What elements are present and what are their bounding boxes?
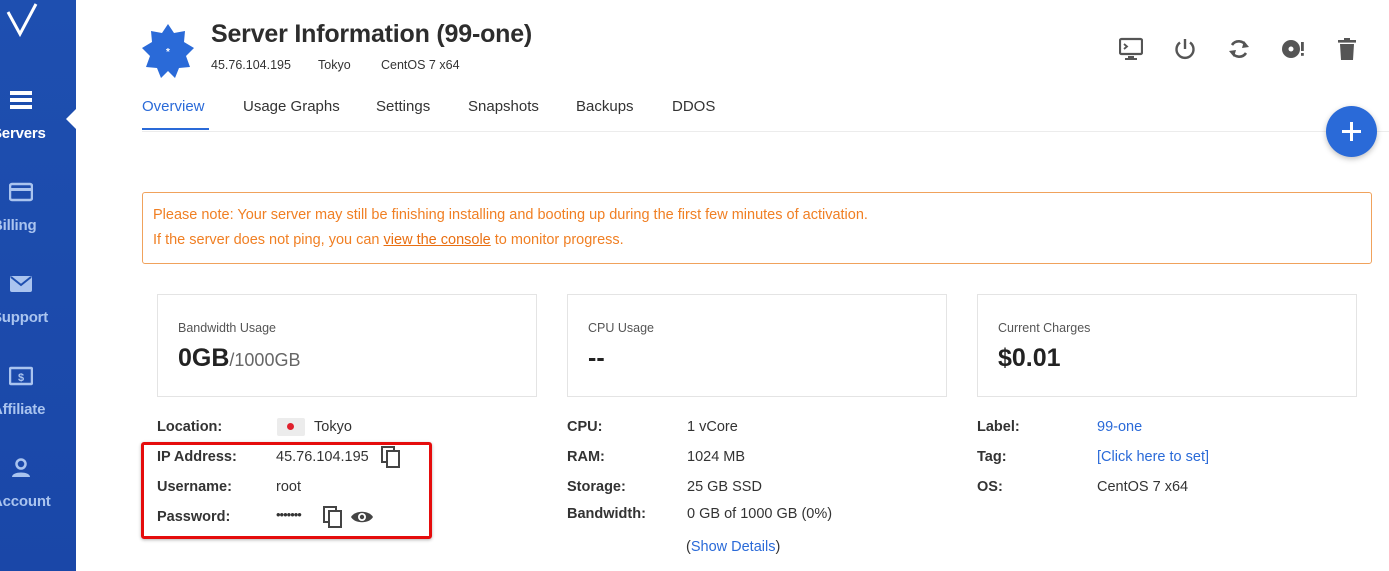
card-label: Current Charges	[998, 321, 1091, 335]
sidebar-item-label: Support	[0, 309, 49, 326]
console-icon[interactable]	[1119, 37, 1143, 61]
notice-line-2: If the server does not ping, you can vie…	[153, 232, 624, 248]
sidebar-item-billing[interactable]: Billing	[0, 178, 76, 248]
card-value: 0GB/1000GB	[178, 344, 300, 373]
notice-text: to monitor progress.	[490, 232, 624, 248]
japan-flag-icon	[277, 418, 305, 436]
bandwidth-label: Bandwidth:	[567, 506, 646, 522]
activation-notice: Please note: Your server may still be fi…	[142, 192, 1372, 264]
show-details: (Show Details)	[686, 539, 780, 555]
billing-icon	[9, 182, 33, 202]
svg-text:*: *	[166, 47, 170, 58]
plus-icon	[1342, 122, 1361, 141]
card-label: Bandwidth Usage	[178, 321, 276, 335]
tabs-divider	[142, 131, 1389, 132]
page-title: Server Information (99-one)	[211, 20, 533, 48]
support-icon	[10, 276, 32, 292]
server-location-subtitle: Tokyo	[318, 58, 351, 72]
restart-icon[interactable]	[1227, 37, 1251, 61]
servers-icon	[10, 91, 32, 109]
reinstall-icon[interactable]	[1281, 37, 1305, 61]
delete-icon[interactable]	[1335, 37, 1359, 61]
credentials-highlight	[141, 442, 432, 539]
sidebar-item-label: Affiliate	[0, 401, 46, 418]
active-tab-underline	[142, 128, 209, 130]
tab-usage-graphs[interactable]: Usage Graphs	[243, 98, 340, 115]
bandwidth-used: 0GB	[178, 344, 230, 372]
paren-close: )	[775, 539, 781, 555]
server-badge-icon: *	[142, 24, 194, 78]
location-value: Tokyo	[314, 419, 352, 435]
sidebar: Servers Billing Support $ Affiliate Acco…	[0, 0, 76, 571]
ram-value: 1024 MB	[687, 449, 746, 465]
sidebar-item-servers[interactable]: Servers	[0, 86, 76, 156]
bandwidth-total: /1000GB	[229, 350, 301, 370]
view-console-link[interactable]: view the console	[384, 232, 491, 248]
location-label: Location:	[157, 419, 223, 435]
sidebar-item-label: Account	[0, 493, 51, 510]
active-indicator	[66, 108, 77, 130]
cpu-label: CPU:	[567, 419, 603, 435]
bandwidth-value: 0 GB of 1000 GB (0%)	[687, 506, 833, 522]
affiliate-icon: $	[9, 366, 33, 386]
notice-line-1: Please note: Your server may still be fi…	[153, 207, 868, 223]
sidebar-item-support[interactable]: Support	[0, 270, 76, 340]
server-ip-subtitle: 45.76.104.195	[211, 58, 291, 72]
set-tag-link[interactable]: [Click here to set]	[1097, 449, 1209, 465]
power-icon[interactable]	[1173, 37, 1197, 61]
cpu-value: 1 vCore	[687, 419, 738, 435]
tab-overview[interactable]: Overview	[142, 98, 205, 115]
sidebar-item-affiliate[interactable]: $ Affiliate	[0, 362, 76, 432]
show-details-link[interactable]: Show Details	[691, 539, 776, 555]
card-value: $0.01	[998, 344, 1061, 372]
server-label-link[interactable]: 99-one	[1097, 419, 1142, 435]
vultr-logo[interactable]	[4, 2, 40, 38]
label-label: Label:	[977, 419, 1020, 435]
tab-backups[interactable]: Backups	[576, 98, 634, 115]
add-button[interactable]	[1326, 106, 1377, 157]
svg-text:$: $	[18, 372, 24, 384]
sidebar-item-account[interactable]: Account	[0, 454, 76, 524]
server-os-subtitle: CentOS 7 x64	[381, 58, 460, 72]
ram-label: RAM:	[567, 449, 605, 465]
tab-snapshots[interactable]: Snapshots	[468, 98, 539, 115]
storage-label: Storage:	[567, 479, 626, 495]
tab-ddos[interactable]: DDOS	[672, 98, 715, 115]
tag-label: Tag:	[977, 449, 1007, 465]
tab-settings[interactable]: Settings	[376, 98, 430, 115]
sidebar-item-label: Servers	[0, 125, 46, 142]
current-charges-card: Current Charges $0.01	[977, 294, 1357, 397]
sidebar-item-label: Billing	[0, 217, 37, 234]
storage-value: 25 GB SSD	[687, 479, 762, 495]
account-icon	[12, 458, 30, 477]
flag-dot	[287, 423, 294, 430]
notice-text: If the server does not ping, you can	[153, 232, 384, 248]
bandwidth-usage-card: Bandwidth Usage 0GB/1000GB	[157, 294, 537, 397]
os-value: CentOS 7 x64	[1097, 479, 1189, 495]
cpu-usage-card: CPU Usage --	[567, 294, 947, 397]
card-value: --	[588, 344, 605, 372]
os-label: OS:	[977, 479, 1003, 495]
card-label: CPU Usage	[588, 321, 654, 335]
